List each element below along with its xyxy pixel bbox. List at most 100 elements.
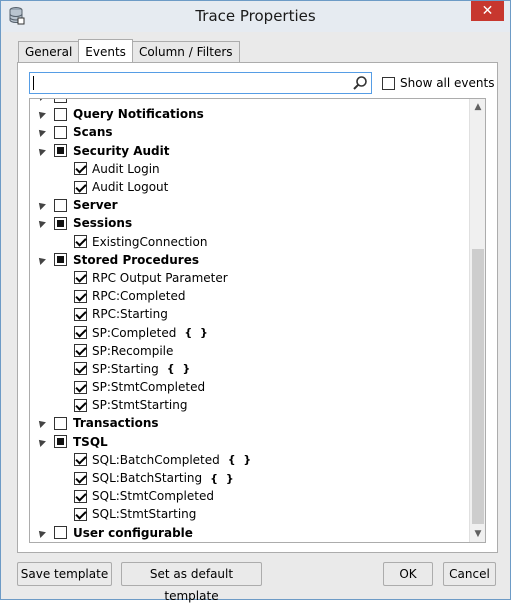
expand-arrow-icon[interactable] [36, 200, 46, 211]
tree-event[interactable]: ExistingConnection [30, 233, 470, 251]
expand-arrow-icon[interactable] [36, 218, 46, 229]
tree-category[interactable]: Stored Procedures [30, 251, 470, 269]
tree-event[interactable]: SP:Starting { } [30, 360, 470, 378]
tree-category[interactable]: Transactions [30, 414, 470, 432]
tree-category[interactable]: TSQL [30, 433, 470, 451]
tree-event[interactable]: SQL:StmtStarting [30, 505, 470, 523]
tree-event[interactable]: SQL:BatchStarting { } [30, 469, 470, 487]
expand-arrow-icon[interactable] [36, 418, 46, 429]
search-input[interactable] [32, 74, 342, 92]
tree-category[interactable]: Server [30, 196, 470, 214]
event-checkbox[interactable] [74, 326, 87, 340]
show-all-events[interactable]: Show all events [382, 74, 494, 92]
expand-arrow-icon[interactable] [36, 99, 46, 102]
show-all-events-label: Show all events [400, 76, 495, 90]
event-checkbox[interactable] [74, 162, 87, 176]
tree-category[interactable]: Security Audit [30, 142, 470, 160]
expand-arrow-icon[interactable] [36, 527, 46, 538]
tree-category[interactable]: Sessions [30, 214, 470, 232]
category-checkbox[interactable] [54, 416, 67, 430]
event-label: RPC:Starting [92, 307, 168, 322]
category-checkbox[interactable] [54, 435, 67, 449]
search-box[interactable] [29, 72, 372, 94]
event-label: SP:Recompile [92, 343, 174, 358]
tree-event[interactable]: SP:StmtStarting [30, 396, 470, 414]
save-template-button[interactable]: Save template [17, 562, 112, 586]
expand-arrow-icon[interactable] [36, 145, 46, 156]
event-checkbox[interactable] [74, 453, 87, 467]
tree-event[interactable]: SQL:StmtCompleted [30, 487, 470, 505]
tree-category-partial[interactable] [30, 99, 470, 105]
search-icon[interactable] [352, 75, 368, 91]
tree-event[interactable]: RPC:Starting [30, 305, 470, 323]
event-checkbox[interactable] [74, 471, 87, 485]
expand-arrow-icon[interactable] [36, 254, 46, 265]
tree-category[interactable]: Query Notifications [30, 105, 470, 123]
event-checkbox[interactable] [74, 235, 87, 249]
category-checkbox[interactable] [54, 526, 67, 540]
tree-event[interactable]: RPC:Completed [30, 287, 470, 305]
category-label: Scans [73, 125, 113, 140]
show-all-events-checkbox[interactable] [382, 76, 395, 90]
event-checkbox[interactable] [74, 489, 87, 503]
window-title: Trace Properties [195, 7, 316, 25]
events-tree[interactable]: Query Notifications Scans Security Audit Au… [29, 98, 486, 543]
event-checkbox[interactable] [74, 271, 87, 285]
scroll-thumb[interactable] [472, 249, 484, 524]
cancel-button[interactable]: Cancel [443, 562, 496, 586]
scroll-down-arrow-icon[interactable]: ▼ [470, 526, 485, 542]
text-caret [33, 76, 34, 90]
category-label: Transactions [73, 416, 159, 431]
event-label: Audit Logout [92, 180, 169, 195]
tree-event[interactable]: SP:Completed { } [30, 323, 470, 341]
event-checkbox[interactable] [74, 507, 87, 521]
tree-event[interactable]: Audit Logout [30, 178, 470, 196]
set-default-template-button[interactable]: Set as default template [121, 562, 262, 603]
title-bar[interactable]: Trace Properties ✕ [1, 1, 510, 32]
event-checkbox[interactable] [74, 362, 87, 376]
tree-event[interactable]: RPC Output Parameter [30, 269, 470, 287]
event-checkbox[interactable] [74, 307, 87, 321]
event-checkbox[interactable] [74, 180, 87, 194]
tab-events[interactable]: Events [78, 39, 133, 62]
category-checkbox[interactable] [54, 198, 67, 212]
tree-scrollbar[interactable]: ▲ ▼ [469, 99, 485, 542]
scroll-up-arrow-icon[interactable]: ▲ [470, 99, 485, 115]
event-checkbox[interactable] [74, 289, 87, 303]
expand-arrow-icon[interactable] [36, 109, 46, 120]
events-tree-items: Query Notifications Scans Security Audit Au… [30, 99, 470, 542]
event-checkbox[interactable] [74, 380, 87, 394]
category-checkbox[interactable] [54, 125, 67, 139]
column-filter-braces: { } [184, 326, 210, 340]
column-filter-braces: { } [227, 453, 254, 467]
event-checkbox[interactable] [74, 398, 87, 412]
category-label: TSQL [73, 434, 108, 449]
category-checkbox[interactable] [54, 107, 67, 121]
tab-general[interactable]: General [18, 41, 80, 62]
column-filter-braces: { } [166, 362, 193, 376]
tree-event[interactable]: SP:StmtCompleted [30, 378, 470, 396]
events-panel: Show all events Query Notifications Scans… [17, 62, 498, 553]
tab-column-filters[interactable]: Column / Filters [131, 41, 240, 62]
category-label: Sessions [73, 216, 133, 231]
event-label: SP:StmtCompleted [92, 380, 206, 395]
category-checkbox[interactable] [54, 144, 67, 158]
event-label: Audit Login [92, 161, 160, 176]
category-checkbox[interactable] [54, 99, 67, 103]
expand-arrow-icon[interactable] [36, 127, 46, 138]
close-button[interactable]: ✕ [471, 1, 504, 21]
category-label: Query Notifications [73, 107, 204, 122]
tree-event[interactable]: SP:Recompile [30, 342, 470, 360]
category-label: User configurable [73, 525, 193, 540]
tree-event[interactable]: Audit Login [30, 160, 470, 178]
tree-category[interactable]: Scans [30, 123, 470, 141]
tab-strip: General Events Column / Filters [18, 39, 240, 63]
event-label: ExistingConnection [92, 234, 208, 249]
tree-event[interactable]: SQL:BatchCompleted { } [30, 451, 470, 469]
expand-arrow-icon[interactable] [36, 436, 46, 447]
ok-button[interactable]: OK [383, 562, 433, 586]
category-checkbox[interactable] [54, 253, 67, 267]
tree-category[interactable]: User configurable [30, 524, 470, 542]
category-checkbox[interactable] [54, 216, 67, 230]
event-checkbox[interactable] [74, 344, 87, 358]
